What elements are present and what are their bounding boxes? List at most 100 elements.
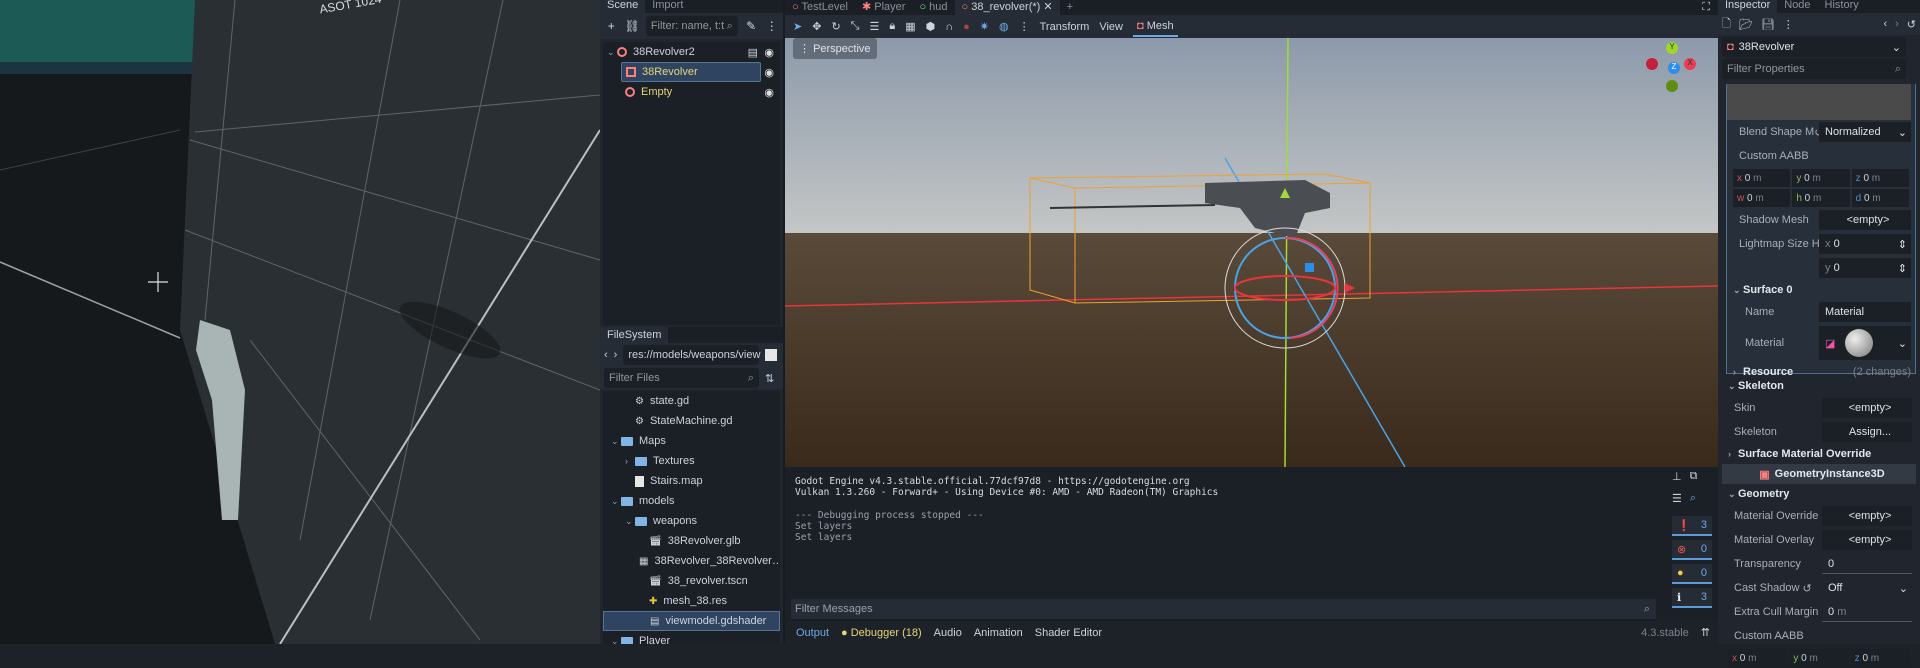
scene-tab-hud[interactable]: ○ hud [912, 0, 954, 15]
file-item[interactable]: ⚙ state.gd [603, 391, 780, 411]
file-item[interactable]: › Textures [603, 451, 780, 471]
camera-override-icon[interactable]: ● [963, 21, 970, 33]
gizmo-x[interactable]: X [1684, 58, 1696, 70]
aabb-z[interactable]: z 0 m [1851, 169, 1909, 187]
aabb2-x[interactable]: x 0 m [1728, 649, 1788, 667]
material-picker[interactable]: ◪ ⌄ [1819, 326, 1911, 360]
lightmap-x[interactable]: x 0 ⇕ [1819, 234, 1911, 254]
surface-0-section[interactable]: ⌄ Surface 0 [1727, 280, 1915, 300]
collapse-icon[interactable]: ☰ [1672, 492, 1682, 516]
group-icon[interactable]: ▦ [905, 20, 915, 33]
cast-shadow-dropdown[interactable]: Off ⌄ [1822, 578, 1912, 598]
tree-item-root[interactable]: ⌄ 38Revolver2 ▤ ◉ [603, 42, 780, 62]
environment-toggle-icon[interactable]: ◍ [999, 20, 1009, 33]
bottom-tab-animation[interactable]: Animation [974, 627, 1023, 639]
bottom-tab-debugger[interactable]: ● Debugger (18) [841, 627, 922, 639]
file-item[interactable]: ▦ 38Revolver_38Revolver… [603, 551, 780, 571]
save-icon[interactable]: 💾︎ [1761, 18, 1775, 31]
gizmo-z[interactable]: Z [1668, 62, 1680, 74]
filter-properties-input[interactable]: Filter Properties ⌕ [1722, 59, 1906, 79]
back-icon[interactable]: ‹ [1883, 18, 1887, 30]
new-resource-icon[interactable]: 🗋 [1722, 15, 1731, 34]
forward-icon[interactable]: › [614, 349, 618, 361]
3d-viewport[interactable]: ⋮ Perspective Y X Z [785, 38, 1718, 467]
filter-messages-input[interactable]: Filter Messages ⌕ [791, 599, 1656, 619]
local-space-icon[interactable]: ⬢ [926, 20, 936, 33]
aabb2-z[interactable]: z 0 m [1850, 649, 1910, 667]
tab-inspector[interactable]: Inspector [1718, 0, 1778, 13]
warnings-filter-toggle[interactable]: ● 0 [1672, 564, 1712, 584]
scene-instance-icon[interactable]: ▤ [748, 46, 758, 59]
tab-filesystem[interactable]: FileSystem [600, 327, 669, 343]
scene-tab-testlevel[interactable]: ○ TestLevel [785, 0, 855, 15]
material-overlay-picker[interactable]: <empty> [1822, 530, 1912, 550]
scene-tab-38-revolver[interactable]: ○ 38_revolver(*) ✕ [954, 0, 1060, 15]
material-override-picker[interactable]: <empty> [1822, 506, 1912, 526]
menu-view[interactable]: View [1099, 21, 1123, 33]
sun-toggle-icon[interactable]: ✷ [980, 20, 989, 33]
gizmo-neg-y[interactable] [1666, 80, 1678, 92]
select-tool-icon[interactable]: ➤ [793, 20, 802, 33]
gizmo-y[interactable]: Y [1666, 42, 1678, 54]
path-input[interactable]: res://models/weapons/view [623, 345, 760, 365]
aabb-d[interactable]: d 0 m [1851, 189, 1909, 207]
layout-toggle-icon[interactable] [765, 349, 778, 361]
back-icon[interactable]: ‹ [604, 349, 608, 361]
move-tool-icon[interactable]: ✥ [812, 20, 821, 33]
open-icon[interactable]: 📂︎ [1739, 18, 1753, 31]
tree-item-38revolver[interactable]: 38Revolver [621, 62, 761, 82]
file-item[interactable]: Stairs.map [603, 471, 780, 491]
skeleton-section[interactable]: ⌄ Skeleton [1722, 376, 1916, 396]
file-item[interactable]: ⌄ models [603, 491, 780, 511]
snap-icon[interactable]: ∩ [945, 21, 953, 33]
link-icon[interactable]: ⛓ [625, 18, 640, 34]
gizmo-neg-x[interactable] [1646, 58, 1658, 70]
file-item[interactable]: ⌄ Player [603, 631, 780, 644]
aabb-x[interactable]: x 0 m [1733, 169, 1791, 187]
clear-output-icon[interactable]: ⊥ [1672, 470, 1682, 492]
menu-mesh[interactable]: ◘ Mesh [1132, 17, 1178, 37]
visibility-icon[interactable]: ◉ [764, 46, 774, 59]
game-view[interactable]: ASOT 1024 [0, 0, 600, 644]
surface-material-override-section[interactable]: › Surface Material Override [1722, 444, 1916, 464]
menu-icon[interactable]: ⋮ [1783, 18, 1794, 31]
fold-arrow[interactable]: ⌄ [611, 436, 621, 447]
tab-node[interactable]: Node [1777, 0, 1817, 13]
scene-tab-player[interactable]: ✱ Player [855, 0, 912, 15]
bottom-tab-shader-editor[interactable]: Shader Editor [1035, 627, 1102, 639]
tab-scene[interactable]: Scene [600, 0, 646, 13]
file-item[interactable]: ⌄ weapons [603, 511, 780, 531]
blend-shape-dropdown[interactable]: Normalized ⌄ [1819, 122, 1911, 142]
history-icon[interactable]: ↺ [1907, 18, 1916, 31]
add-tab-button[interactable]: + [1060, 0, 1080, 15]
info-filter-toggle[interactable]: ℹ3 [1672, 588, 1712, 608]
aabb-h[interactable]: h 0 m [1792, 189, 1850, 207]
more-icon[interactable]: ⋮ [1019, 20, 1030, 33]
forward-icon[interactable]: › [1895, 18, 1899, 30]
surface-name-input[interactable]: Material [1819, 302, 1911, 322]
attach-script-icon[interactable]: ✎ [744, 18, 759, 34]
file-filter-input[interactable]: Filter Files ⌕ [604, 368, 759, 388]
file-item[interactable]: ✚ mesh_38.res [603, 591, 780, 611]
fullscreen-icon[interactable]: ⛶ [1702, 0, 1718, 15]
tab-import[interactable]: Import [645, 0, 690, 13]
perspective-menu[interactable]: ⋮ Perspective [793, 38, 877, 59]
menu-transform[interactable]: Transform [1040, 21, 1090, 33]
aabb-w[interactable]: w 0 m [1733, 189, 1791, 207]
file-item[interactable]: 🎬︎ 38_revolver.tscn [603, 571, 780, 591]
errors-filter-toggle[interactable]: ⊗ 0 [1672, 540, 1712, 560]
file-item[interactable]: ⌄ Maps [603, 431, 780, 451]
file-item[interactable]: ▤ viewmodel.gdshader [603, 611, 780, 631]
bottom-tab-audio[interactable]: Audio [934, 627, 962, 639]
geometry-section[interactable]: ⌄ Geometry [1722, 484, 1916, 504]
file-item[interactable]: ⚙ StateMachine.gd [603, 411, 780, 431]
tab-history[interactable]: History [1818, 0, 1866, 13]
transparency-slider[interactable]: 0 [1822, 554, 1912, 574]
lock-icon[interactable]: 🔒︎ [889, 20, 895, 33]
rotate-tool-icon[interactable]: ↻ [831, 20, 840, 33]
scene-filter-input[interactable]: Filter: name, t:t ⌕ [645, 16, 738, 36]
tree-item-empty[interactable]: Empty ◉ [603, 82, 780, 102]
skeleton-assign-button[interactable]: Assign... [1822, 422, 1912, 442]
search-toggle-icon[interactable]: ⌕ [1690, 492, 1696, 516]
scale-tool-icon[interactable]: ⤡ [851, 20, 860, 33]
